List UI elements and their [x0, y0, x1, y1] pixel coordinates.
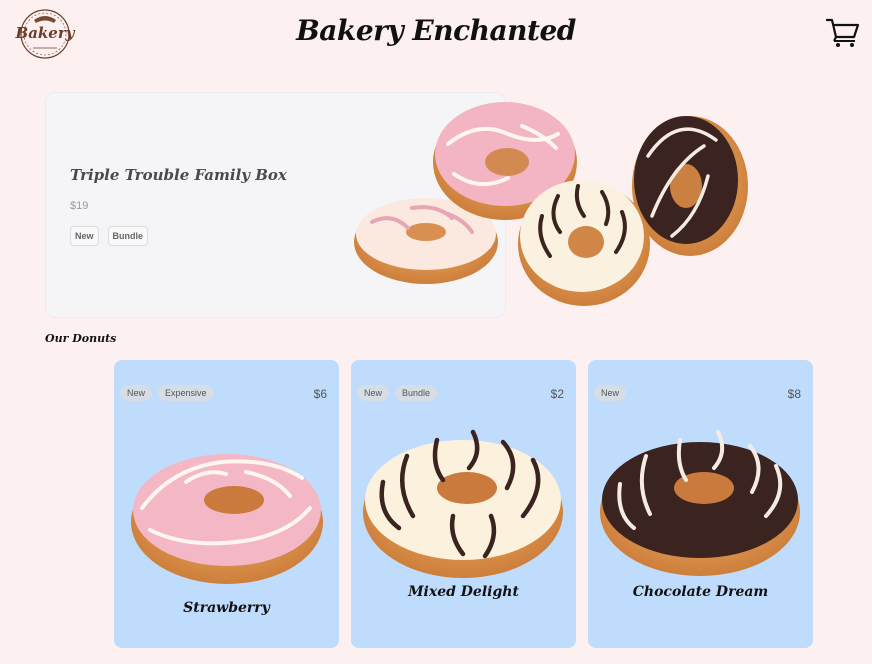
mixed-delight-donut-image: [363, 429, 563, 578]
product-name: Mixed Delight: [408, 584, 519, 600]
product-price: $8: [787, 387, 801, 401]
site-title: Bakery Enchanted: [296, 14, 576, 47]
section-title: Our Donuts: [45, 332, 117, 345]
cart-icon: [825, 18, 860, 47]
product-card-chocolate-dream[interactable]: New $8 Chocolate Dream: [588, 360, 813, 648]
tag-bundle: Bundle: [395, 385, 438, 401]
product-card-mixed-delight[interactable]: New Bundle $2 Mixed Delight: [351, 360, 576, 648]
product-tags: New Bundle: [357, 385, 438, 401]
donut-box-image: [354, 102, 748, 306]
tag-new: New: [357, 385, 390, 401]
tag-new: New: [120, 385, 153, 401]
chocolate-dream-donut-image: [600, 430, 800, 576]
featured-title: Triple Trouble Family Box: [70, 166, 287, 184]
featured-tags: New Bundle: [70, 226, 149, 246]
product-price: $2: [550, 387, 564, 401]
cart-button[interactable]: [825, 16, 861, 48]
product-name: Strawberry: [183, 600, 270, 616]
tag-new: New: [594, 385, 627, 401]
tag-new: New: [70, 226, 99, 246]
site-header: Bakery Bakery Enchanted: [0, 0, 872, 72]
product-tags: New Expensive: [120, 385, 214, 401]
tag-bundle: Bundle: [107, 226, 149, 246]
product-price: $6: [313, 387, 327, 401]
featured-price: $19: [70, 200, 89, 212]
product-card-strawberry[interactable]: New Expensive $6 Strawberry: [114, 360, 339, 648]
product-tags: New: [594, 385, 627, 401]
strawberry-donut-image: [131, 454, 323, 584]
tag-expensive: Expensive: [158, 385, 214, 401]
product-name: Chocolate Dream: [632, 584, 769, 600]
